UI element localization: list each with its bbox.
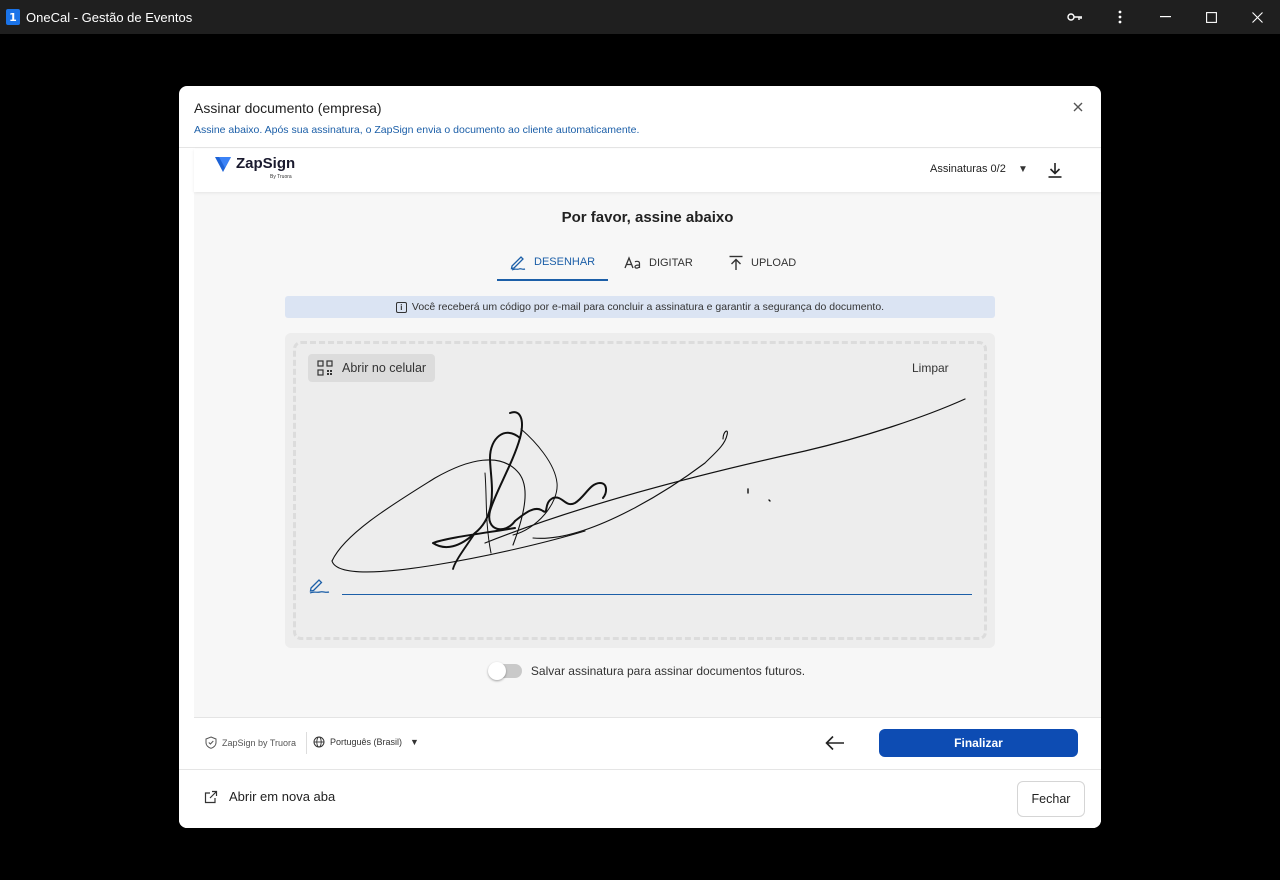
tab-draw[interactable]: DESENHAR — [497, 244, 608, 281]
tab-type[interactable]: DIGITAR — [612, 244, 716, 281]
info-icon: i — [395, 301, 407, 313]
open-on-mobile-label: Abrir no celular — [342, 361, 427, 375]
zapsign-logo-text: ZapSign — [236, 155, 296, 172]
modal-subtitle: Assine abaixo. Após sua assinatura, o Za… — [194, 124, 640, 136]
window-title: OneCal - Gestão de Eventos — [26, 9, 193, 25]
maximize-icon[interactable] — [1188, 0, 1234, 34]
email-code-info: i Você receberá um código por e-mail par… — [285, 296, 995, 318]
qr-code-icon — [317, 360, 333, 376]
chevron-down-icon[interactable]: ▼ — [1018, 164, 1028, 175]
signature-mode-tabs: DESENHAR DIGITAR UPLOAD — [497, 244, 816, 282]
save-signature-row: Salvar assinatura para assinar documento… — [194, 662, 1101, 680]
download-icon[interactable] — [1046, 161, 1064, 179]
key-icon[interactable] — [1052, 0, 1098, 34]
zapsign-frame: ZapSign By Truora Assinaturas 0/2 ▼ Por … — [194, 149, 1101, 769]
zapsign-brand: ZapSign by Truora — [205, 736, 296, 749]
modal-header: Assinar documento (empresa) Assine abaix… — [179, 86, 1101, 148]
tab-upload[interactable]: UPLOAD — [716, 244, 816, 281]
open-in-new-tab-label: Abrir em nova aba — [229, 789, 336, 804]
tab-upload-label: UPLOAD — [751, 256, 797, 269]
signature-pad[interactable]: Abrir no celular Limpar — [285, 333, 995, 648]
footer-divider — [306, 732, 307, 754]
save-signature-label: Salvar assinatura para assinar documento… — [530, 664, 806, 678]
window-controls — [1052, 0, 1280, 34]
zapsign-footer: ZapSign by Truora Português (Brasil) ▼ F… — [194, 717, 1101, 770]
external-link-icon — [204, 790, 218, 803]
language-label: Português (Brasil) — [330, 737, 403, 747]
upload-icon — [729, 255, 743, 270]
info-text: Você receberá um código por e-mail para … — [411, 301, 885, 313]
modal-footer: Abrir em nova aba Fechar — [179, 769, 1101, 828]
clear-signature-button[interactable]: Limpar — [912, 361, 949, 375]
open-in-new-tab-link[interactable]: Abrir em nova aba — [204, 789, 335, 804]
close-icon[interactable] — [1069, 98, 1087, 116]
sign-heading: Por favor, assine abaixo — [561, 209, 734, 226]
finish-button[interactable]: Finalizar — [879, 729, 1078, 757]
more-icon[interactable] — [1098, 0, 1142, 34]
app-icon: 1 — [6, 9, 20, 25]
chevron-down-icon: ▼ — [410, 737, 419, 747]
close-icon[interactable] — [1234, 0, 1280, 34]
back-arrow-icon[interactable] — [824, 732, 846, 754]
zapsign-logo: ZapSign By Truora — [214, 155, 296, 180]
window-titlebar: 1 OneCal - Gestão de Eventos — [0, 0, 1280, 34]
text-icon — [624, 255, 641, 269]
tab-type-label: DIGITAR — [649, 256, 693, 269]
open-on-mobile-button[interactable]: Abrir no celular — [308, 354, 436, 382]
zapsign-logo-icon — [215, 157, 231, 172]
globe-icon — [313, 736, 325, 748]
zapsign-header: ZapSign By Truora Assinaturas 0/2 ▼ — [194, 149, 1101, 192]
signature-pen-icon — [309, 579, 330, 594]
close-button[interactable]: Fechar — [1017, 781, 1085, 817]
signatures-count[interactable]: Assinaturas 0/2 — [930, 163, 1006, 175]
zapsign-brand-text: ZapSign by Truora — [222, 737, 297, 748]
pen-icon — [510, 255, 526, 271]
zapsign-logo-by: By Truora — [270, 174, 292, 180]
modal-title: Assinar documento (empresa) — [194, 100, 382, 116]
shield-check-icon — [205, 736, 217, 749]
save-signature-toggle[interactable] — [487, 662, 522, 680]
sign-document-modal: Assinar documento (empresa) Assine abaix… — [179, 86, 1101, 828]
language-select[interactable]: Português (Brasil) ▼ — [313, 736, 419, 748]
signature-baseline — [342, 594, 972, 595]
tab-draw-label: DESENHAR — [534, 255, 596, 268]
minimize-icon[interactable] — [1142, 0, 1188, 34]
